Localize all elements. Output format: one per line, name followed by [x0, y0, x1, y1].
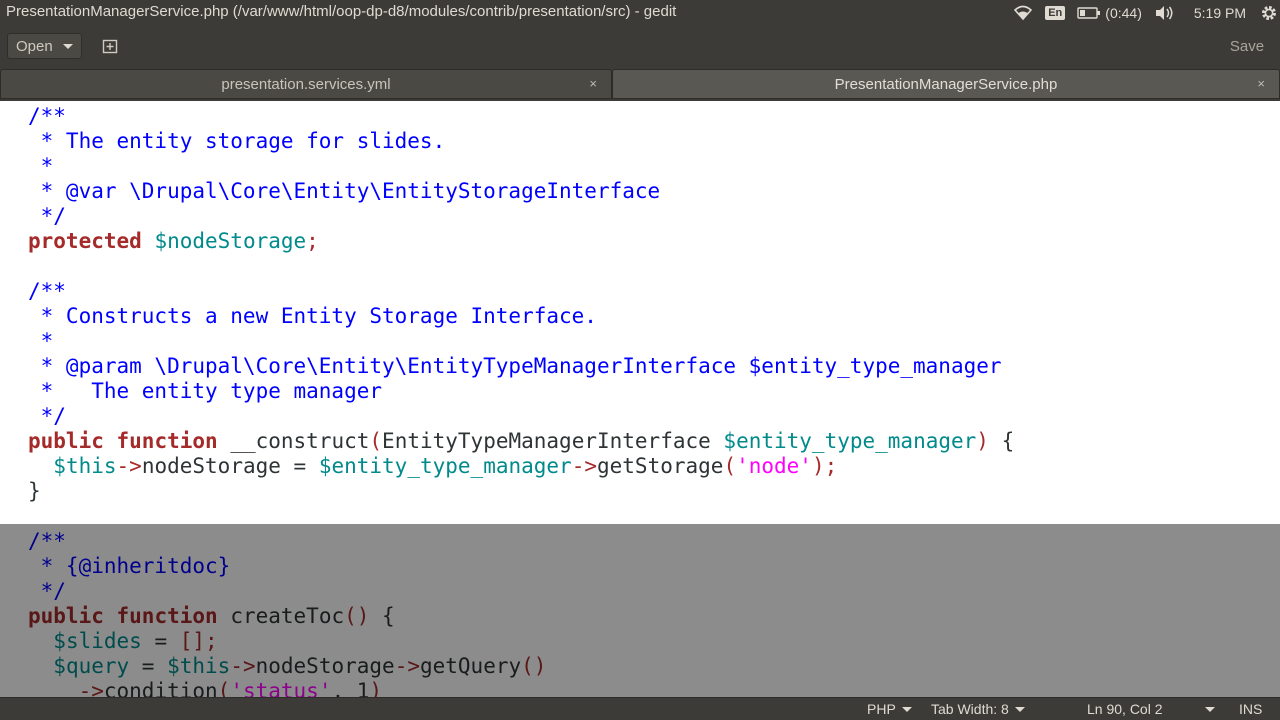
close-icon[interactable]: ×	[589, 76, 597, 91]
code-token: * The entity type manager	[28, 379, 383, 403]
volume-icon[interactable]	[1154, 5, 1174, 21]
chevron-down-icon	[1204, 706, 1215, 712]
code-line[interactable]	[28, 254, 1014, 279]
code-line[interactable]: protected $nodeStorage;	[28, 229, 1014, 254]
code-token: /**	[28, 279, 66, 303]
code-token: (	[723, 454, 737, 478]
chevron-down-icon	[901, 706, 912, 712]
open-button[interactable]: Open	[7, 33, 82, 59]
tab-width-selector[interactable]: Tab Width: 8	[931, 701, 1025, 717]
code-line[interactable]: *	[28, 154, 1014, 179]
dimmed-overlay	[0, 524, 1280, 697]
code-token: EntityTypeManagerInterface	[382, 429, 724, 453]
code-line[interactable]: * @param \Drupal\Core\Entity\EntityTypeM…	[28, 354, 1014, 379]
code-token: ->	[116, 454, 142, 478]
code-line[interactable]: * The entity type manager	[28, 379, 1014, 404]
chevron-down-icon	[1014, 706, 1025, 712]
code-token: /**	[28, 104, 66, 128]
settings-gear-icon[interactable]	[1260, 4, 1278, 22]
code-line[interactable]: * The entity storage for slides.	[28, 129, 1014, 154]
tab-presentation-manager-service-php[interactable]: PresentationManagerService.php ×	[612, 69, 1280, 99]
code-token: (	[369, 429, 383, 453]
code-line[interactable]: * Constructs a new Entity Storage Interf…	[28, 304, 1014, 329]
wifi-icon[interactable]	[1013, 5, 1033, 21]
code-token: * Constructs a new Entity Storage Interf…	[28, 304, 597, 328]
document-tabs: presentation.services.yml × Presentation…	[0, 67, 1280, 101]
code-line[interactable]: /**	[28, 279, 1014, 304]
code-token: $entity_type_manager	[318, 454, 572, 478]
code-token: ->	[571, 454, 597, 478]
code-token: * @var \Drupal\Core\Entity\EntityStorage…	[28, 179, 661, 203]
code-token: protected	[28, 229, 142, 253]
battery-icon[interactable]: (0:44)	[1077, 5, 1142, 21]
open-label: Open	[16, 37, 53, 55]
code-token: $entity_type_manager	[723, 429, 977, 453]
code-token: */	[28, 204, 66, 228]
code-token: *	[28, 329, 54, 353]
code-token: ;	[824, 454, 838, 478]
code-token: }	[28, 479, 41, 503]
close-icon[interactable]: ×	[1257, 76, 1265, 91]
tab-label: PresentationManagerService.php	[834, 75, 1058, 93]
code-editor[interactable]: /** * The entity storage for slides. * *…	[0, 101, 1280, 697]
code-line[interactable]: }	[28, 479, 1014, 504]
clock[interactable]: 5:19 PM	[1194, 5, 1246, 21]
new-tab-button[interactable]	[92, 33, 128, 59]
code-token: $nodeStorage	[154, 229, 307, 253]
tab-label: presentation.services.yml	[221, 75, 391, 93]
insert-mode: INS	[1239, 701, 1263, 717]
code-token: {	[988, 429, 1015, 453]
new-document-icon	[102, 39, 118, 54]
code-line[interactable]: $this->nodeStorage = $entity_type_manage…	[28, 454, 1014, 479]
code-token: nodeStorage =	[141, 454, 319, 478]
code-token: function	[116, 429, 218, 453]
code-token: * The entity storage for slides.	[28, 129, 446, 153]
code-line[interactable]: * @var \Drupal\Core\Entity\EntityStorage…	[28, 179, 1014, 204]
language-selector[interactable]: PHP	[867, 701, 912, 717]
code-token: $this	[53, 454, 117, 478]
top-menu-bar: PresentationManagerService.php (/var/www…	[0, 0, 1280, 25]
window-title: PresentationManagerService.php (/var/www…	[6, 3, 677, 20]
status-bar: PHP Tab Width: 8 Ln 90, Col 2 INS	[0, 697, 1280, 720]
tab-presentation-services-yml[interactable]: presentation.services.yml ×	[0, 69, 612, 99]
code-line[interactable]: *	[28, 329, 1014, 354]
code-token: 'node'	[736, 454, 812, 478]
code-token: *	[28, 154, 54, 178]
chevron-down-icon	[63, 43, 73, 49]
keyboard-layout-indicator[interactable]: En	[1045, 5, 1066, 20]
code-token: */	[28, 404, 66, 428]
code-line[interactable]: public function __construct(EntityTypeMa…	[28, 429, 1014, 454]
code-token: getStorage	[597, 454, 724, 478]
save-button[interactable]: Save	[1221, 33, 1273, 59]
toolbar: Open Save	[0, 25, 1280, 67]
code-line[interactable]: */	[28, 404, 1014, 429]
code-token: * @param \Drupal\Core\Entity\EntityTypeM…	[28, 354, 1002, 378]
code-line[interactable]: */	[28, 204, 1014, 229]
cursor-position[interactable]: Ln 90, Col 2	[1087, 701, 1215, 717]
code-token: __construct	[217, 429, 370, 453]
code-token: ;	[306, 229, 319, 253]
battery-time: (0:44)	[1105, 4, 1142, 21]
code-token: )	[811, 454, 825, 478]
code-token: )	[976, 429, 989, 453]
indicator-area: En (0:44) 5:19 PM	[1001, 0, 1280, 25]
code-token: public	[28, 429, 104, 453]
code-line[interactable]: /**	[28, 104, 1014, 129]
